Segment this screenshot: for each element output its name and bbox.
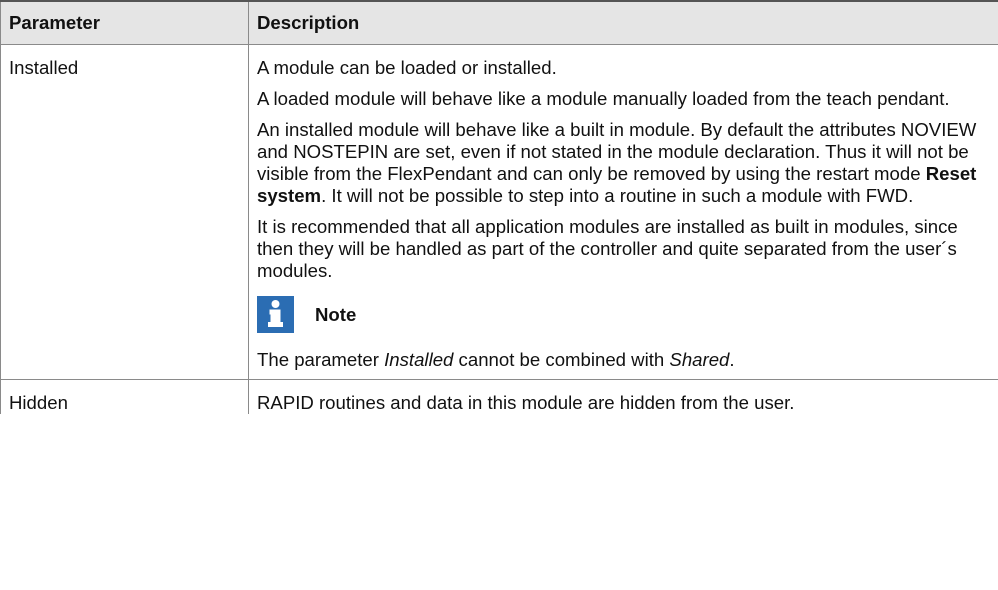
installed-term: Installed: [384, 349, 454, 370]
column-header-description: Description: [248, 0, 998, 45]
paragraph-text: An installed module will behave like a b…: [257, 119, 977, 184]
table-row: Installed A module can be loaded or inst…: [0, 44, 998, 380]
parameter-cell: Hidden: [0, 379, 249, 414]
shared-term: Shared: [669, 349, 730, 370]
description-paragraph: A module can be loaded or installed.: [257, 57, 557, 78]
note-text-part: The parameter: [257, 349, 385, 370]
note-text: The parameter Installed cannot be combin…: [257, 349, 990, 371]
note-box: Note: [257, 296, 990, 333]
info-icon: [257, 296, 294, 333]
description-paragraph: A loaded module will behave like a modul…: [257, 88, 950, 109]
note-text-part: cannot be combined with: [453, 349, 670, 370]
table-header-row: Parameter Description: [0, 0, 998, 45]
note-text-part: .: [729, 349, 735, 370]
column-header-parameter: Parameter: [0, 0, 249, 45]
description-paragraph: An installed module will behave like a b…: [257, 119, 990, 207]
table-row: Hidden RAPID routines and data in this m…: [0, 379, 998, 414]
note-label: Note: [315, 303, 357, 325]
description-cell: RAPID routines and data in this module a…: [248, 379, 998, 414]
description-paragraph: It is recommended that all application m…: [257, 216, 958, 281]
parameter-cell: Installed: [0, 44, 249, 380]
paragraph-text: . It will not be possible to step into a…: [321, 185, 914, 206]
description-cell: A module can be loaded or installed. A l…: [248, 44, 998, 380]
parameter-table: Parameter Description Installed A module…: [0, 0, 998, 414]
